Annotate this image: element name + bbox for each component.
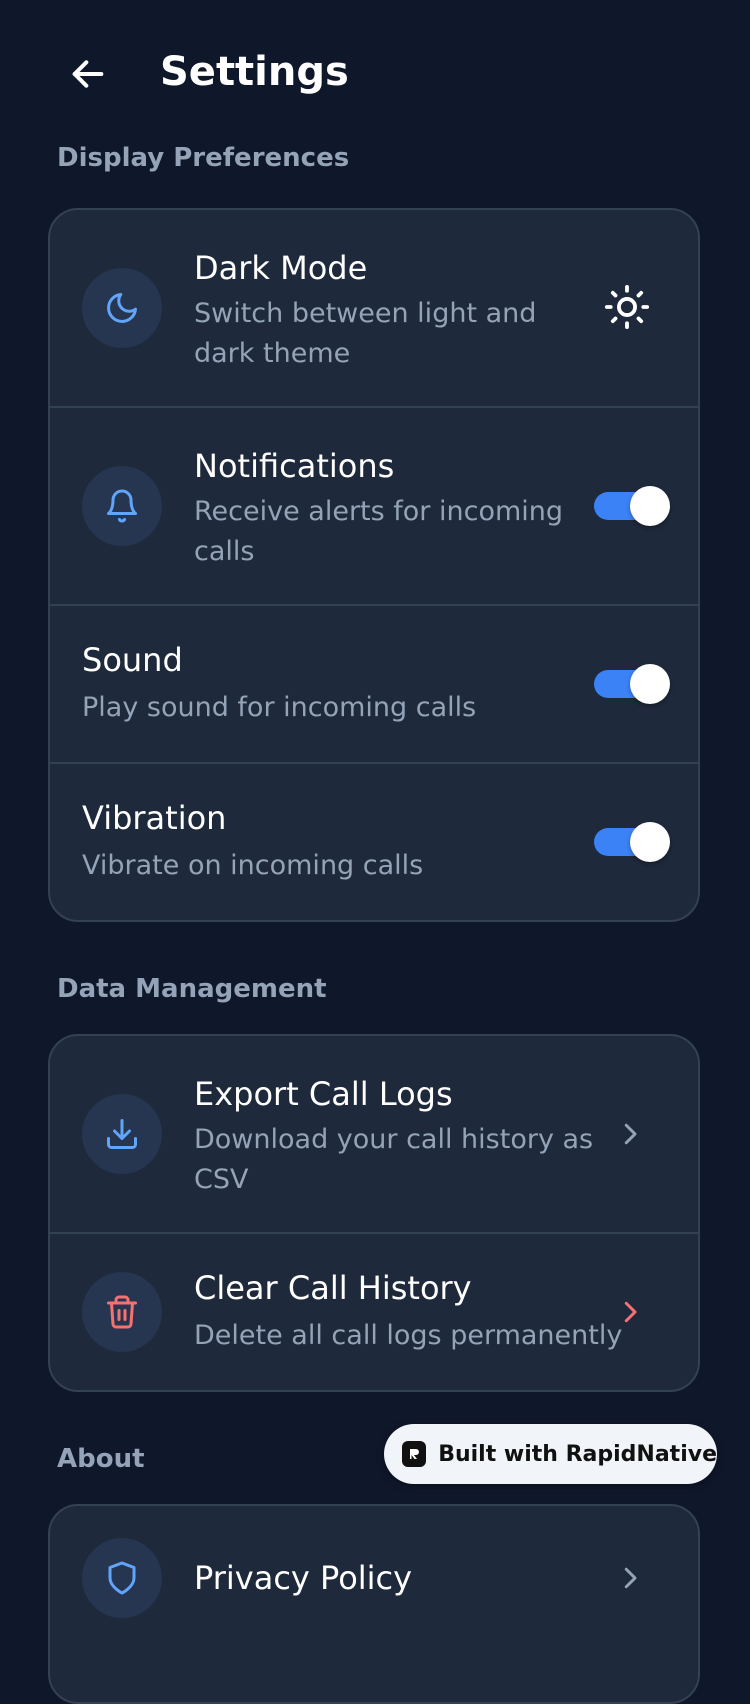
section-title-about: About [57,1444,145,1474]
dark-mode-subtitle: Switch between light and dark theme [194,298,537,369]
theme-toggle-button[interactable] [602,282,652,332]
moon-icon [107,293,137,323]
header: Settings [0,0,750,145]
dark-mode-title: Dark Mode [194,249,368,287]
notifications-subtitle: Receive alerts for incoming calls [194,496,564,567]
display-preferences-card: Dark Mode Switch between light and dark … [48,208,700,922]
chevron-right-icon [624,1123,637,1145]
privacy-policy-title: Privacy Policy [194,1559,413,1597]
trash-icon [107,1295,137,1329]
toggle-knob [630,664,670,704]
privacy-icon-wrap [82,1538,162,1618]
sound-title: Sound [82,641,183,679]
built-with-badge[interactable]: Built with RapidNative [384,1424,717,1484]
export-icon-wrap [82,1094,162,1174]
vibration-title: Vibration [82,799,227,837]
vibration-subtitle: Vibrate on incoming calls [82,850,424,881]
clear-history-chevron[interactable] [612,1294,648,1330]
data-management-card: Export Call Logs Download your call hist… [48,1034,700,1392]
dark-mode-icon-wrap [82,268,162,348]
arrow-left-icon [72,60,104,88]
settings-row-export[interactable]: Export Call Logs Download your call hist… [50,1036,698,1232]
chevron-right-icon [624,1567,637,1589]
settings-row-vibration: Vibration Vibrate on incoming calls [50,764,698,920]
page-title: Settings [160,49,349,95]
back-button[interactable] [62,48,114,100]
sun-icon [604,284,650,330]
privacy-policy-chevron[interactable] [612,1560,648,1596]
toggle-knob [630,822,670,862]
chevron-right-icon [624,1301,637,1323]
sound-toggle[interactable] [590,664,672,704]
notifications-title: Notifications [194,447,395,485]
clear-history-icon-wrap [82,1272,162,1352]
rapidnative-logo-icon [402,1441,427,1467]
vibration-toggle[interactable] [590,822,672,862]
toggle-knob [630,486,670,526]
clear-history-subtitle: Delete all call logs permanently [194,1320,623,1351]
settings-row-sound: Sound Play sound for incoming calls [50,606,698,762]
bell-icon [107,489,137,523]
notifications-icon-wrap [82,466,162,546]
clear-history-title: Clear Call History [194,1269,472,1307]
sound-subtitle: Play sound for incoming calls [82,692,477,723]
about-card: Privacy Policy [48,1504,700,1704]
settings-row-privacy-policy[interactable]: Privacy Policy [50,1506,698,1656]
settings-row-notifications: Notifications Receive alerts for incomin… [50,408,698,604]
section-title-display: Display Preferences [57,143,350,173]
badge-label: Built with RapidNative [438,1441,717,1467]
notifications-toggle[interactable] [590,486,672,526]
settings-row-dark-mode[interactable]: Dark Mode Switch between light and dark … [50,210,698,406]
section-title-data: Data Management [57,974,327,1004]
export-chevron[interactable] [612,1116,648,1152]
shield-icon [108,1561,136,1595]
settings-row-clear-history[interactable]: Clear Call History Delete all call logs … [50,1234,698,1390]
export-title: Export Call Logs [194,1075,453,1113]
export-subtitle: Download your call history as CSV [194,1124,594,1195]
download-icon [107,1119,137,1149]
